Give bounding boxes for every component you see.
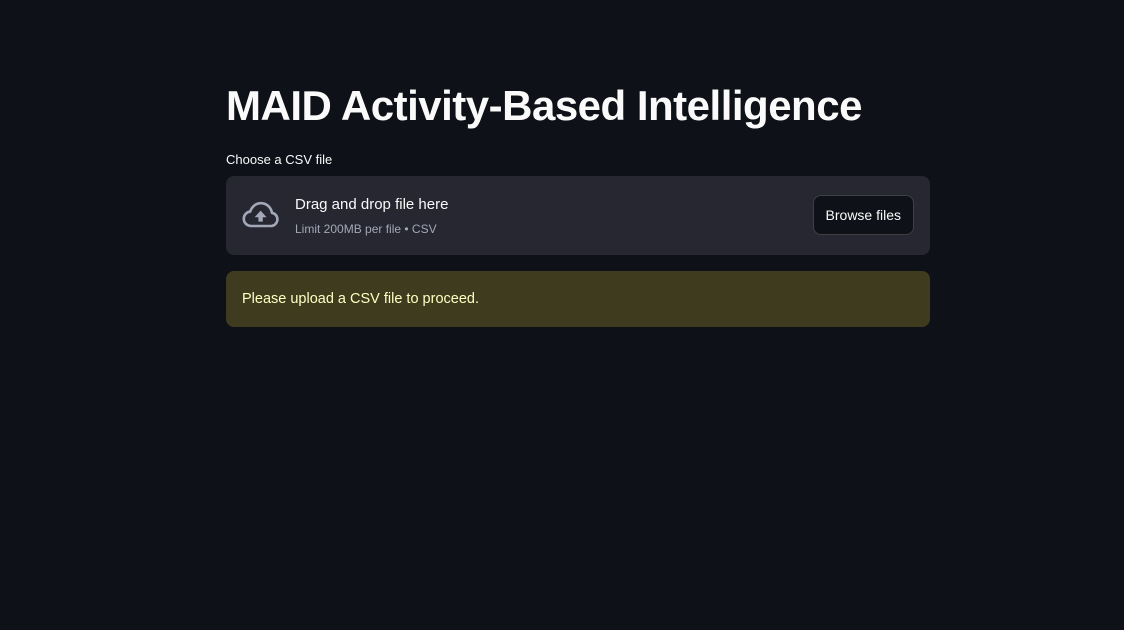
dropzone-text: Drag and drop file here Limit 200MB per … bbox=[295, 195, 448, 237]
warning-message: Please upload a CSV file to proceed. bbox=[242, 291, 479, 307]
file-uploader-label: Choose a CSV file bbox=[226, 152, 333, 167]
dropzone-instructions: Drag and drop file here bbox=[295, 196, 449, 213]
dropzone-file-limit: Limit 200MB per file • CSV bbox=[295, 222, 437, 236]
cloud-upload-icon bbox=[242, 201, 279, 230]
page-title: MAID Activity-Based Intelligence bbox=[226, 82, 862, 129]
browse-files-button[interactable]: Browse files bbox=[812, 195, 914, 235]
warning-alert: Please upload a CSV file to proceed. bbox=[226, 271, 930, 327]
file-dropzone[interactable]: Drag and drop file here Limit 200MB per … bbox=[226, 176, 930, 255]
